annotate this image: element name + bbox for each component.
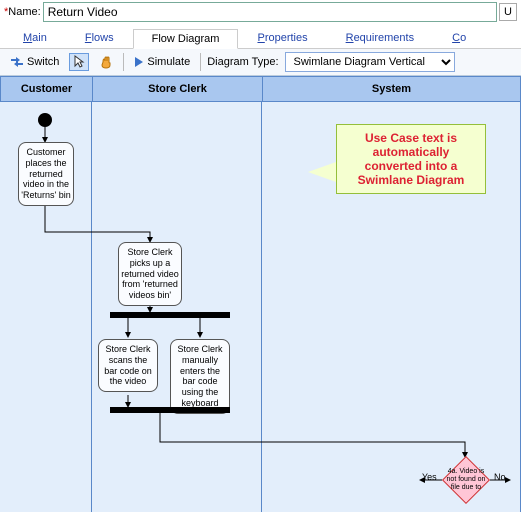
simulate-button[interactable]: Simulate — [130, 54, 194, 70]
node-customer-place[interactable]: Customer places the returned video in th… — [18, 142, 74, 206]
diagram-type-select[interactable]: Swimlane Diagram Vertical — [285, 52, 455, 72]
tab-flow-diagram[interactable]: Flow Diagram — [133, 29, 239, 49]
tab-flows[interactable]: Flows — [66, 28, 133, 48]
name-label: *Name: — [4, 6, 41, 18]
separator — [200, 53, 201, 71]
tab-requirements[interactable]: Requirements — [327, 28, 434, 48]
fork-bar-1[interactable] — [110, 312, 230, 318]
decision-node[interactable]: 4a. Video is not found on file due to — [442, 456, 490, 504]
switch-icon — [10, 56, 24, 68]
simulate-label: Simulate — [147, 56, 190, 68]
pointer-icon — [73, 55, 85, 69]
label-no: No — [494, 472, 506, 482]
node-clerk-scan[interactable]: Store Clerk scans the bar code on the vi… — [98, 339, 158, 392]
right-button[interactable]: U — [499, 3, 517, 21]
node-clerk-manual[interactable]: Store Clerk manually enters the bar code… — [170, 339, 230, 414]
pointer-tool[interactable] — [69, 53, 89, 71]
callout-note[interactable]: Use Case text is automatically converted… — [336, 124, 486, 194]
play-icon — [134, 56, 144, 68]
tab-main[interactable]: Main — [4, 28, 66, 48]
join-bar-1[interactable] — [110, 407, 230, 413]
lane-header-customer: Customer — [1, 77, 93, 101]
node-clerk-pickup[interactable]: Store Clerk picks up a returned video fr… — [118, 242, 182, 306]
swimlane-header: Customer Store Clerk System — [0, 76, 521, 102]
lane-header-clerk: Store Clerk — [93, 77, 263, 101]
hand-icon — [99, 55, 113, 69]
diagram-type-label: Diagram Type: — [207, 56, 278, 68]
diagram-canvas[interactable]: Customer Store Clerk System Customer pla… — [0, 76, 521, 516]
start-node[interactable] — [38, 113, 52, 127]
tab-properties[interactable]: Properties — [238, 28, 326, 48]
separator — [123, 53, 124, 71]
tab-co[interactable]: Co — [433, 28, 485, 48]
name-input[interactable] — [43, 2, 497, 22]
switch-label: Switch — [27, 56, 59, 68]
label-yes: Yes — [422, 472, 437, 482]
toolbar: Switch Simulate Diagram Type: Swimlane D… — [0, 49, 521, 76]
callout-tail — [308, 162, 336, 182]
switch-button[interactable]: Switch — [6, 54, 63, 70]
lane-header-system: System — [263, 77, 520, 101]
hand-tool[interactable] — [95, 53, 117, 71]
tabs: Main Flows Flow Diagram Properties Requi… — [0, 24, 521, 49]
lane-clerk — [92, 102, 262, 512]
